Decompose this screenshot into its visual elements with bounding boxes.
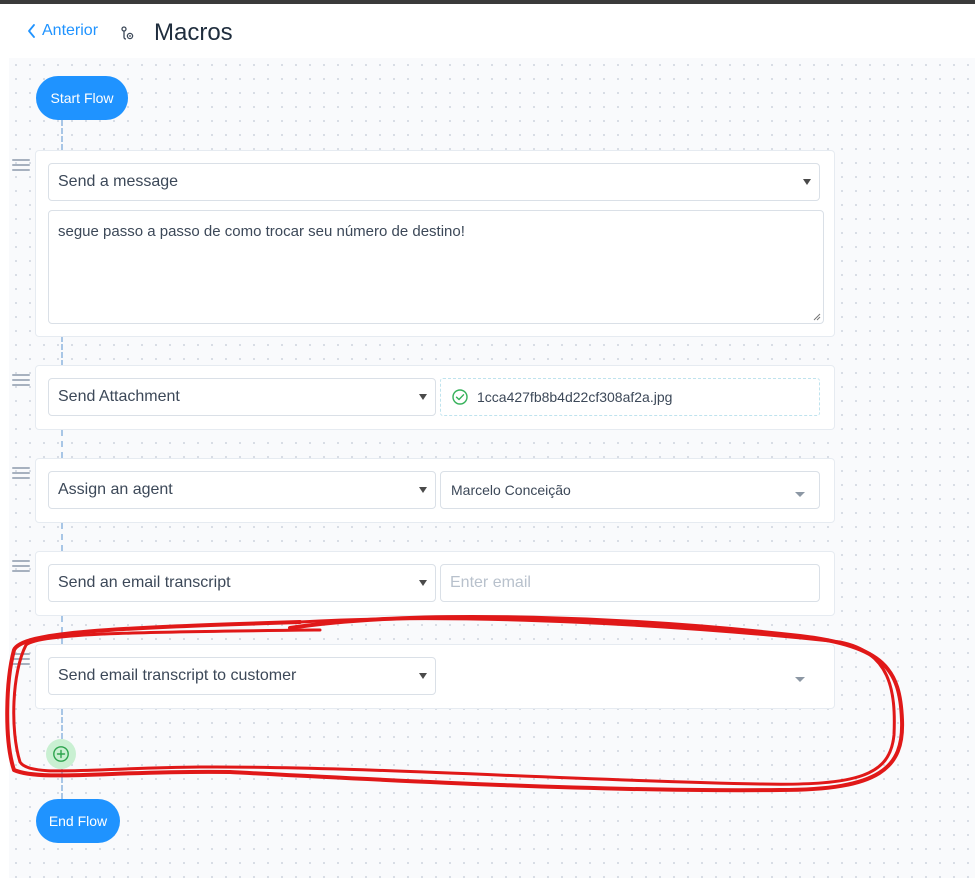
start-flow-label: Start Flow: [50, 90, 114, 106]
select-arrow-icon: [419, 673, 427, 679]
connector-line: [61, 709, 63, 739]
message-textarea[interactable]: segue passo a passo de como trocar seu n…: [48, 210, 824, 324]
back-link[interactable]: Anterior: [26, 22, 98, 40]
action-type-select[interactable]: Send Attachment: [48, 378, 436, 416]
check-circle-icon: [452, 389, 468, 405]
chevron-left-icon: [28, 24, 35, 38]
drag-handle-icon[interactable]: [12, 467, 30, 479]
select-arrow-icon: [419, 580, 427, 586]
connector-line: [61, 120, 63, 150]
chevron-down-icon: [795, 492, 805, 497]
action-card-send-attachment: Send Attachment 1cca427fb8b4d22cf308af2a…: [35, 365, 835, 430]
add-action-button[interactable]: [46, 739, 76, 769]
end-flow-label: End Flow: [48, 813, 108, 829]
action-card-assign-agent: Assign an agent Marcelo Conceição: [35, 458, 835, 523]
action-type-select[interactable]: Send email transcript to customer: [48, 657, 436, 695]
connector-line: [61, 523, 63, 551]
end-flow-node: End Flow: [36, 799, 120, 843]
action-type-select[interactable]: Assign an agent: [48, 471, 436, 509]
action-type-select[interactable]: Send a message: [48, 163, 820, 201]
plus-circle-icon: [53, 746, 69, 762]
action-type-value: Send an email transcript: [58, 574, 231, 591]
action-type-value: Send email transcript to customer: [58, 667, 297, 684]
macro-icon: [121, 26, 134, 40]
attachment-file[interactable]: 1cca427fb8b4d22cf308af2a.jpg: [440, 378, 820, 416]
action-type-value: Send Attachment: [58, 388, 180, 405]
connector-line: [61, 336, 63, 366]
action-card-send-message: Send a message segue passo a passo de co…: [35, 150, 835, 337]
action-type-value: Assign an agent: [58, 481, 173, 498]
message-text: segue passo a passo de como trocar seu n…: [58, 223, 465, 240]
agent-value: Marcelo Conceição: [451, 482, 571, 498]
connector-line: [61, 616, 63, 644]
select-arrow-icon: [419, 487, 427, 493]
drag-handle-icon[interactable]: [12, 653, 30, 665]
action-type-value: Send a message: [58, 173, 179, 190]
action-type-select[interactable]: Send an email transcript: [48, 564, 436, 602]
page-header: Anterior Macros: [0, 4, 975, 56]
drag-handle-icon[interactable]: [12, 374, 30, 386]
action-card-transcript-to-customer: Send email transcript to customer: [35, 644, 835, 709]
select-arrow-icon: [419, 394, 427, 400]
email-input[interactable]: [440, 564, 820, 602]
agent-select[interactable]: Marcelo Conceição: [440, 471, 820, 509]
page-title: Macros: [154, 19, 233, 46]
select-arrow-icon: [803, 179, 811, 185]
start-flow-node: Start Flow: [36, 76, 128, 120]
back-label: Anterior: [42, 22, 99, 39]
connector-line: [61, 769, 63, 799]
action-card-email-transcript: Send an email transcript: [35, 551, 835, 616]
attachment-filename: 1cca427fb8b4d22cf308af2a.jpg: [477, 389, 673, 405]
drag-handle-icon[interactable]: [12, 159, 30, 171]
drag-handle-icon[interactable]: [12, 560, 30, 572]
chevron-down-icon[interactable]: [795, 677, 805, 682]
connector-line: [61, 430, 63, 458]
resize-handle-icon[interactable]: [813, 313, 821, 321]
